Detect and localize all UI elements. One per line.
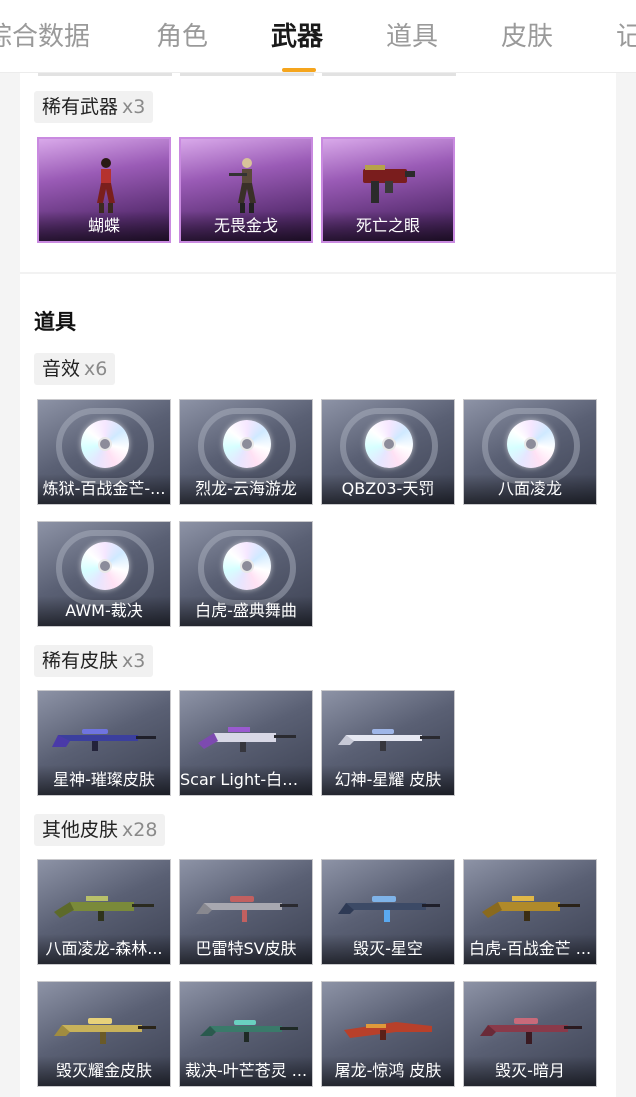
disc-icon — [223, 542, 271, 590]
disc-icon — [81, 542, 129, 590]
skin-card[interactable]: 毁灭耀金皮肤 — [37, 981, 171, 1087]
sound-name: 烈龙-云海游龙 — [180, 474, 312, 504]
sound-name: 炼狱-百战金芒-... — [38, 474, 170, 504]
skin-name: 幻神-星耀 皮肤 — [322, 765, 454, 795]
sound-name: 白虎-盛典舞曲 — [180, 596, 312, 626]
skin-card[interactable]: 星神-璀璨皮肤 — [37, 690, 171, 796]
skin-name: 八面凌龙-森林... — [38, 934, 170, 964]
skin-card[interactable]: 巴雷特SV皮肤 — [179, 859, 313, 965]
skin-card[interactable]: Scar Light-白虎... — [179, 690, 313, 796]
chip-count: x6 — [84, 358, 108, 380]
skin-card[interactable]: 裁决-叶芒苍灵 ... — [179, 981, 313, 1087]
skin-name: 巴雷特SV皮肤 — [180, 934, 312, 964]
disc-icon — [365, 420, 413, 468]
sound-card[interactable]: 八面凌龙 — [463, 399, 597, 505]
sniper-rifle-icon — [54, 1018, 156, 1044]
skin-card[interactable]: 毁灭-星空 — [321, 859, 455, 965]
skin-name: 毁灭-暗月 — [464, 1056, 596, 1086]
sound-name: 八面凌龙 — [464, 474, 596, 504]
shotgun-icon — [344, 1022, 432, 1040]
weapon-name: 死亡之眼 — [323, 211, 453, 241]
section-divider — [20, 272, 616, 274]
tab-weapons[interactable]: 武器 — [271, 20, 323, 54]
tab-skins[interactable]: 皮肤 — [501, 20, 553, 54]
tab-overview[interactable]: 综合数据 — [0, 20, 90, 54]
sniper-rifle-icon — [338, 896, 440, 922]
sound-card[interactable]: 烈龙-云海游龙 — [179, 399, 313, 505]
sound-card[interactable]: 白虎-盛典舞曲 — [179, 521, 313, 627]
sound-effects-label: 音效 x6 — [34, 353, 116, 385]
chip-count: x3 — [122, 650, 146, 672]
disc-icon — [507, 420, 555, 468]
weapon-card[interactable]: 死亡之眼 — [321, 137, 455, 243]
skin-name: 毁灭-星空 — [322, 934, 454, 964]
weapon-name: 无畏金戈 — [181, 211, 311, 241]
active-tab-indicator — [282, 68, 316, 72]
sniper-rifle-icon — [52, 729, 156, 751]
disc-icon — [81, 420, 129, 468]
character-icon — [97, 158, 115, 213]
tab-props[interactable]: 道具 — [386, 20, 438, 54]
chip-text: 音效 — [42, 358, 81, 380]
skin-card[interactable]: 白虎-百战金芒 ... — [463, 859, 597, 965]
skin-card[interactable]: 八面凌龙-森林... — [37, 859, 171, 965]
character-icon — [229, 158, 256, 213]
rare-skins-label: 稀有皮肤 x3 — [34, 645, 154, 677]
section-title-props: 道具 — [34, 310, 76, 334]
weapon-name: 蝴蝶 — [39, 211, 169, 241]
sniper-rifle-icon — [338, 729, 440, 751]
weapon-card[interactable]: 无畏金戈 — [179, 137, 313, 243]
sound-name: AWM-裁决 — [38, 596, 170, 626]
skin-card[interactable]: 幻神-星耀 皮肤 — [321, 690, 455, 796]
skin-name: 裁决-叶芒苍灵 ... — [180, 1056, 312, 1086]
skin-name: 白虎-百战金芒 ... — [464, 934, 596, 964]
chip-text: 稀有武器 — [42, 96, 119, 118]
sound-card[interactable]: AWM-裁决 — [37, 521, 171, 627]
sound-name: QBZ03-天罚 — [322, 474, 454, 504]
sound-card[interactable]: QBZ03-天罚 — [321, 399, 455, 505]
skin-name: 屠龙-惊鸿 皮肤 — [322, 1056, 454, 1086]
sniper-rifle-icon — [196, 896, 298, 922]
skin-card[interactable]: 屠龙-惊鸿 皮肤 — [321, 981, 455, 1087]
tab-records[interactable]: 记 — [616, 20, 636, 54]
assault-rifle-icon — [482, 896, 580, 921]
sniper-rifle-icon — [200, 1020, 298, 1042]
sniper-rifle-icon — [480, 1018, 582, 1044]
disc-icon — [223, 420, 271, 468]
chip-count: x28 — [122, 819, 158, 841]
top-tab-bar: 综合数据 角色 武器 道具 皮肤 记 — [0, 0, 636, 73]
rare-weapons-label: 稀有武器 x3 — [34, 91, 154, 123]
chip-count: x3 — [122, 96, 146, 118]
chip-text: 其他皮肤 — [42, 819, 119, 841]
skin-name: 毁灭耀金皮肤 — [38, 1056, 170, 1086]
chip-text: 稀有皮肤 — [42, 650, 119, 672]
skin-name: 星神-璀璨皮肤 — [38, 765, 170, 795]
sound-card[interactable]: 炼狱-百战金芒-... — [37, 399, 171, 505]
skin-name: Scar Light-白虎... — [180, 765, 312, 795]
assault-rifle-icon — [198, 727, 296, 752]
other-skins-label: 其他皮肤 x28 — [34, 814, 166, 846]
assault-rifle-icon — [54, 896, 154, 921]
tab-characters[interactable]: 角色 — [156, 20, 208, 54]
weapon-card[interactable]: 蝴蝶 — [37, 137, 171, 243]
skin-card[interactable]: 毁灭-暗月 — [463, 981, 597, 1087]
